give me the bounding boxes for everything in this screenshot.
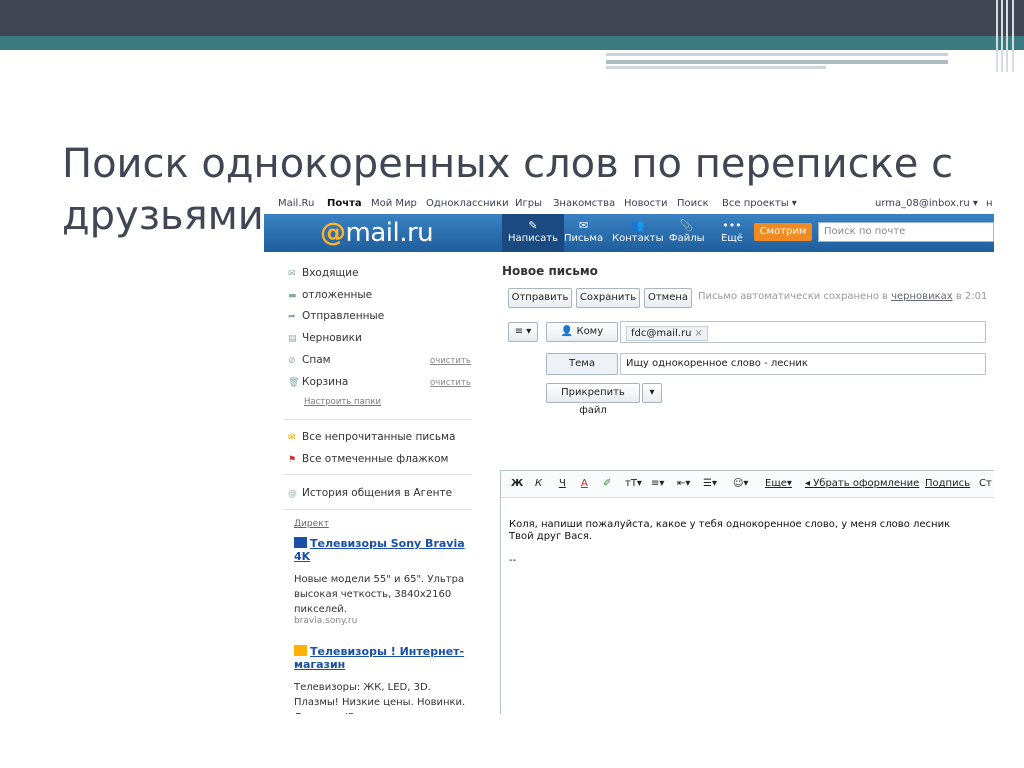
topnav-link-znakomstva[interactable]: Знакомства [553, 198, 615, 209]
unread-icon: ✉ [288, 433, 296, 443]
mail-screenshot: Mail.Ru Почта Мой Мир Одноклассники Игры… [264, 190, 994, 714]
message-editor[interactable]: Ж К Ч А ✐ тТ▾ ≡▾ ⇤▾ ☰▾ ☺▾ Еще▾ ◂ Убрать … [500, 470, 994, 714]
person-icon: 👤 [560, 326, 574, 337]
ad-title-shop[interactable]: Телевизоры ! Интернет-магазин [294, 645, 466, 671]
topnav-link-odnoklassniki[interactable]: Одноклассники [426, 198, 509, 209]
ad-text-sony: Новые модели 55" и 65". Ультра высокая ч… [294, 574, 465, 615]
drafts-icon: ▤ [288, 334, 297, 344]
align-button[interactable]: ≡▾ [651, 478, 664, 489]
compose-button[interactable]: ✎ Написать [502, 214, 565, 252]
pencil-icon: ✎ [528, 219, 538, 232]
topnav-link-mailru[interactable]: Mail.Ru [278, 198, 314, 209]
subject-field[interactable]: Ищу однокоренное слово - лесник [620, 353, 986, 375]
to-button[interactable]: 👤 Кому [546, 322, 618, 342]
list-button[interactable]: ☰▾ [703, 478, 717, 489]
more-icon: ••• [722, 219, 742, 232]
tv-icon [294, 537, 307, 548]
format-toolbar: Ж К Ч А ✐ тТ▾ ≡▾ ⇤▾ ☰▾ ☺▾ Еще▾ ◂ Убрать … [501, 471, 994, 498]
compose-title: Новое письмо [502, 264, 598, 278]
ad-url-sony[interactable]: bravia.sony.ru [294, 616, 357, 626]
sidebar-item-inbox[interactable]: ✉ Входящие [288, 267, 359, 279]
envelope-icon: ✉ [578, 219, 589, 232]
contacts-icon: 👥 [630, 219, 645, 232]
ad-text-shop: Телевизоры: ЖК, LED, 3D. Плазмы! Низкие … [294, 682, 466, 714]
topnav-link-all-projects[interactable]: Все проекты ▾ [722, 198, 797, 209]
cancel-button[interactable]: Отмена [644, 288, 692, 308]
topnav-link-igry[interactable]: Игры [515, 198, 542, 209]
paperclip-icon: 📎 [679, 219, 694, 232]
compose-menu-button[interactable]: ≡ ▾ [508, 322, 538, 342]
slide-vertical-decoration [990, 0, 1024, 72]
close-icon[interactable]: × [694, 328, 702, 339]
sidebar-divider [284, 509, 472, 510]
to-field[interactable]: fdc@mail.ru × [620, 321, 986, 343]
filter-unread[interactable]: ✉ Все непрочитанные письма [288, 431, 455, 443]
agent-icon: @ [288, 489, 297, 499]
agent-history-link[interactable]: @ История общения в Агенте [288, 487, 452, 499]
mailru-logo[interactable]: @mail.ru [320, 218, 434, 248]
clear-spam-link[interactable]: очистить [430, 356, 471, 366]
italic-button[interactable]: К [535, 478, 542, 489]
h-logo-icon [294, 645, 307, 656]
files-button[interactable]: 📎 Файлы [669, 219, 705, 244]
trash-icon: 🗑 [288, 378, 300, 388]
toolbar-cutoff: Ст [979, 478, 992, 489]
signature-button[interactable]: Подпись [925, 478, 970, 489]
bold-button[interactable]: Ж [511, 478, 523, 489]
flag-icon: ⚑ [288, 455, 297, 465]
attach-dropdown-button[interactable]: ▾ [642, 383, 662, 403]
sidebar-item-trash[interactable]: 🗑 Корзина [288, 376, 348, 388]
sidebar: ✉ Входящие ▬ отложенные ➦ Отправленные ▤ Чер… [264, 252, 479, 714]
letters-button[interactable]: ✉ Письма [564, 219, 603, 244]
emoji-icon[interactable]: ☺▾ [733, 478, 748, 489]
attach-file-button[interactable]: Прикрепить файл [546, 383, 640, 416]
sent-icon: ➦ [288, 312, 296, 322]
message-body[interactable]: Коля, напиши пожалуйста, какое у тебя од… [509, 519, 950, 567]
slide-top-band [0, 0, 1024, 36]
indent-button[interactable]: ⇤▾ [677, 478, 690, 489]
subject-label: Тема [546, 353, 618, 375]
mail-search-input[interactable]: Поиск по почте [818, 222, 994, 242]
settings-folders-link[interactable]: Настроить папки [304, 397, 381, 407]
ad-title-sony[interactable]: Телевизоры Sony Bravia 4K [294, 537, 466, 563]
folder-icon: ▬ [288, 291, 297, 301]
more-button[interactable]: ••• Ещё [721, 219, 743, 244]
sidebar-divider [284, 419, 472, 420]
clear-trash-link[interactable]: очистить [430, 378, 471, 388]
topnav-link-moimir[interactable]: Мой Мир [371, 198, 417, 209]
slide-accent-lines [606, 50, 1024, 70]
mail-header: @mail.ru ✎ Написать ✉ Письма 👥 Контакты … [264, 214, 994, 252]
font-size-button[interactable]: тТ▾ [625, 478, 642, 489]
drafts-link[interactable]: черновиках [891, 291, 953, 302]
direkt-label[interactable]: Директ [294, 519, 329, 529]
autosave-status: Письмо автоматически сохранено в чернови… [698, 291, 988, 302]
slide-accent-band [0, 36, 1024, 50]
save-button[interactable]: Сохранить [576, 288, 640, 308]
sidebar-item-sent[interactable]: ➦ Отправленные [288, 310, 384, 322]
send-button[interactable]: Отправить [508, 288, 572, 308]
filter-flagged[interactable]: ⚑ Все отмеченные флажком [288, 453, 448, 465]
chevron-down-icon: ▾ [649, 387, 655, 398]
topnav-link-poisk[interactable]: Поиск [677, 198, 709, 209]
user-account-menu[interactable]: urma_08@inbox.ru ▾ [875, 198, 978, 209]
contacts-button[interactable]: 👥 Контакты [612, 219, 663, 244]
sidebar-item-postponed[interactable]: ▬ отложенные [288, 289, 372, 301]
recipient-chip[interactable]: fdc@mail.ru × [626, 326, 708, 341]
portal-topnav: Mail.Ru Почта Мой Мир Одноклассники Игры… [264, 190, 994, 214]
more-format-button[interactable]: Еще▾ [765, 478, 792, 489]
underline-button[interactable]: Ч [559, 478, 566, 489]
sidebar-divider [284, 474, 472, 475]
highlight-icon[interactable]: ✐ [603, 478, 611, 489]
topnav-link-novosti[interactable]: Новости [624, 198, 667, 209]
text-color-button[interactable]: А [581, 478, 588, 489]
promo-watch-button[interactable]: Смотрим [754, 223, 812, 241]
sidebar-item-drafts[interactable]: ▤ Черновики [288, 332, 362, 344]
compose-area: Новое письмо Отправить Сохранить Отмена … [500, 252, 994, 714]
remove-formatting-button[interactable]: ◂ Убрать оформление [805, 478, 919, 489]
inbox-icon: ✉ [288, 269, 296, 279]
topnav-link-pochta[interactable]: Почта [327, 198, 362, 209]
sidebar-item-spam[interactable]: ⊘ Спам [288, 354, 331, 366]
topnav-cutoff: н [986, 198, 993, 209]
spam-icon: ⊘ [288, 356, 296, 366]
